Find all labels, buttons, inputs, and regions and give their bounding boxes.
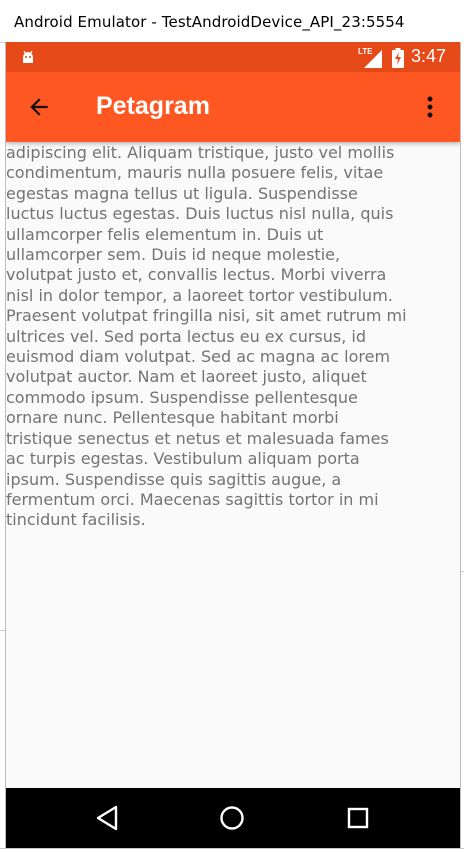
emulator-title-bar: Android Emulator - TestAndroidDevice_API…: [0, 0, 464, 43]
emulator-screen: LTE 3:47 Petagram adipiscing elit. Aliqu…: [5, 42, 461, 848]
host-divider: [0, 848, 464, 849]
nav-back-icon[interactable]: [95, 805, 119, 831]
body-text: adipiscing elit. Aliquam tristique, just…: [6, 143, 407, 530]
nav-home-icon[interactable]: [219, 805, 245, 831]
battery-charging-icon: [392, 48, 404, 68]
app-toolbar: Petagram: [6, 72, 460, 142]
signal-icon: [364, 50, 382, 68]
android-notification-icon: [23, 50, 33, 63]
overflow-menu-icon[interactable]: [420, 94, 440, 120]
toolbar-title: Petagram: [96, 92, 210, 120]
emulator-window-title: Android Emulator - TestAndroidDevice_API…: [14, 13, 405, 31]
clock: 3:47: [411, 46, 447, 66]
status-bar: LTE 3:47: [6, 42, 460, 72]
arrow-back-icon[interactable]: [26, 94, 52, 120]
nav-recents-icon[interactable]: [347, 807, 369, 829]
system-navigation-bar: [6, 788, 460, 848]
scroll-content[interactable]: adipiscing elit. Aliquam tristique, just…: [6, 143, 456, 783]
